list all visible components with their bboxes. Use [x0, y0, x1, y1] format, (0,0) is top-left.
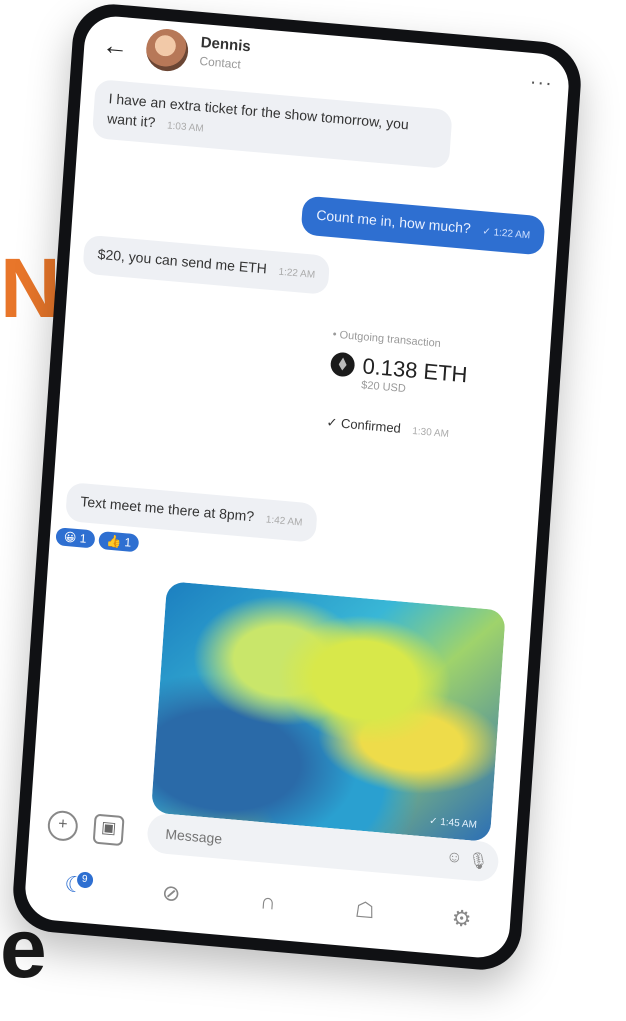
message-time: 1:03 AM — [166, 120, 204, 135]
back-arrow-icon[interactable]: ← — [101, 29, 129, 62]
nav-chats[interactable]: ☾ 9 — [53, 863, 96, 906]
nav-settings[interactable]: ⚙ — [440, 897, 483, 940]
compass-icon: ⊘ — [161, 879, 182, 907]
transaction-status-text: ✓ Confirmed — [326, 414, 402, 436]
contact-status: Contact — [198, 53, 242, 72]
message-text: Text meet me there at 8pm? — [79, 493, 255, 525]
message-time: ✓ 1:22 AM — [482, 226, 531, 242]
ethereum-icon — [329, 351, 356, 378]
reaction-chip[interactable]: 😀 1 — [55, 527, 96, 549]
message-text: $20, you can send me ETH — [97, 245, 268, 277]
message-incoming[interactable]: $20, you can send me ETH 1:22 AM — [82, 234, 331, 295]
avatar[interactable] — [144, 27, 190, 73]
message-text: Count me in, how much? — [315, 206, 472, 237]
nav-wallet[interactable]: ☖ — [343, 889, 386, 932]
bag-icon: ∩ — [259, 888, 277, 915]
transaction-status: ✓ Confirmed 1:30 AM — [326, 414, 526, 447]
nav-discover[interactable]: ⊘ — [150, 872, 193, 915]
wallet-icon: ☖ — [354, 896, 376, 924]
nav-store[interactable]: ∩ — [247, 880, 290, 923]
reactions: 😀 1 👍 1 — [55, 527, 140, 553]
phone-mockup: ← Dennis Contact ··· I have an extra tic… — [10, 0, 602, 1012]
emoji-icon[interactable]: ☺ — [446, 848, 463, 867]
settings-icon: ⚙ — [450, 905, 473, 932]
message-list: I have an extra ticket for the show tomo… — [32, 72, 566, 843]
message-time: 1:42 AM — [265, 514, 303, 529]
add-icon[interactable]: + — [46, 809, 79, 843]
message-time: 1:30 AM — [411, 425, 450, 441]
transaction-card[interactable]: • Outgoing transaction 0.138 ETH $20 USD… — [326, 329, 532, 448]
phone-frame: ← Dennis Contact ··· I have an extra tic… — [10, 0, 584, 974]
contact-name: Dennis — [200, 34, 252, 56]
message-outgoing[interactable]: Count me in, how much? ✓ 1:22 AM — [301, 195, 546, 256]
gallery-icon[interactable]: ▣ — [92, 813, 125, 847]
reaction-chip[interactable]: 👍 1 — [97, 530, 140, 553]
message-time: 1:22 AM — [278, 266, 316, 281]
microphone-icon[interactable]: 🎙 — [467, 850, 489, 872]
more-options-icon[interactable]: ··· — [529, 71, 553, 96]
image-message[interactable]: ✓ 1:45 AM — [150, 581, 506, 843]
message-text: I have an extra ticket for the show tomo… — [106, 90, 410, 133]
chat-screen: ← Dennis Contact ··· I have an extra tic… — [23, 13, 571, 961]
